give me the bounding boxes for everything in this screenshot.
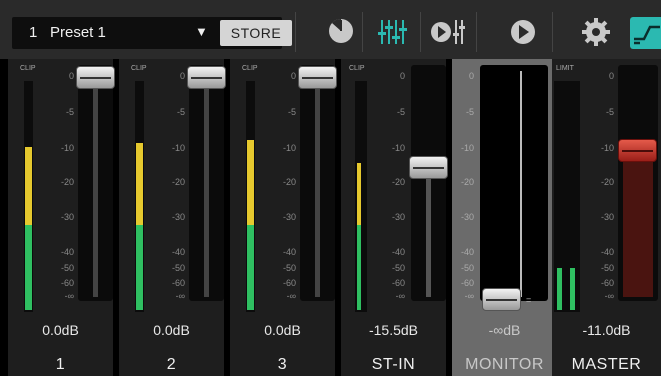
- fader-track[interactable]: [78, 65, 113, 301]
- fader-slot: [93, 71, 98, 297]
- channel-name[interactable]: 3: [230, 356, 335, 374]
- fader-knob[interactable]: [298, 66, 337, 89]
- channel-name[interactable]: ST-IN: [341, 356, 446, 374]
- db-readout: -15.5dB: [368, 322, 419, 338]
- preset-name: Preset 1: [50, 24, 106, 41]
- meter-green-segment: [557, 268, 562, 310]
- meter-green-segment: [570, 268, 575, 310]
- fader-track[interactable]: [189, 65, 224, 301]
- channel-name[interactable]: 2: [119, 356, 224, 374]
- play-icon[interactable]: [503, 17, 543, 49]
- fader-knob[interactable]: [618, 139, 657, 162]
- channel-name[interactable]: MASTER: [552, 356, 661, 374]
- level-meter: [135, 81, 144, 312]
- fader-track[interactable]: [411, 65, 446, 301]
- channel-strip-3: CLIP 0 -5 -10 -20 -30 -40 -50 -60 -∞ 0.0…: [230, 59, 338, 376]
- clip-indicator: CLIP: [131, 65, 147, 72]
- fader-slot: [520, 71, 522, 297]
- fader-slot: [623, 160, 653, 297]
- store-button[interactable]: STORE: [220, 20, 292, 46]
- channel-strip-2: CLIP 0 -5 -10 -20 -30 -40 -50 -60 -∞ 0.0…: [119, 59, 227, 376]
- db-readout: -∞dB: [488, 322, 521, 338]
- meter-yellow-segment: [136, 143, 143, 225]
- toolbar-divider: [420, 12, 421, 52]
- fader-slot: [204, 71, 209, 297]
- db-readout: 0.0dB: [264, 322, 301, 338]
- fader-slot: [315, 71, 320, 297]
- fader-knob[interactable]: [409, 156, 448, 179]
- toolbar-divider: [295, 12, 296, 52]
- toolbar: 1 Preset 1 ▼ STORE: [0, 0, 661, 59]
- channel-strip-master: LIMIT 0 -5 -10 -20 -30 -40 -50 -60 -∞ -1…: [552, 59, 661, 376]
- level-meter: [246, 81, 255, 312]
- clip-indicator: CLIP: [242, 65, 258, 72]
- meter-yellow-segment: [25, 147, 32, 225]
- fader-knob[interactable]: [76, 66, 115, 89]
- routing-icon[interactable]: [630, 17, 661, 49]
- db-readout: -11.0dB: [582, 322, 631, 338]
- channel-name[interactable]: MONITOR: [452, 356, 557, 374]
- preset-selector[interactable]: 1 Preset 1 ▼ STORE: [12, 17, 292, 49]
- clip-indicator: CLIP: [349, 65, 365, 72]
- toolbar-divider: [552, 12, 553, 52]
- preset-number: 1: [29, 24, 38, 41]
- toolbar-divider: [476, 12, 477, 52]
- db-readout: 0.0dB: [153, 322, 190, 338]
- channel-name[interactable]: 1: [8, 356, 113, 374]
- level-meter: [24, 81, 33, 312]
- meter-green-segment: [247, 225, 254, 310]
- fader-track[interactable]: [618, 65, 658, 301]
- fader-track[interactable]: [480, 65, 548, 301]
- channel-strip-monitor: 0 -5 -10 -20 -30 -40 -50 -60 -∞ = -∞dB M…: [452, 59, 560, 376]
- channel-strip-st-in: CLIP 0 -5 -10 -20 -30 -40 -50 -60 -∞ -15…: [341, 59, 449, 376]
- meter-yellow-segment: [357, 163, 361, 225]
- fader-track[interactable]: [300, 65, 335, 301]
- meter-yellow-segment: [247, 140, 254, 225]
- meter-green-segment: [136, 225, 143, 310]
- fader-knob[interactable]: [482, 288, 521, 311]
- mixer-faders-icon[interactable]: [373, 17, 413, 49]
- play-fader-icon[interactable]: [428, 17, 468, 49]
- toolbar-divider: [362, 12, 363, 52]
- clip-indicator: CLIP: [20, 65, 36, 72]
- meter-green-segment: [357, 225, 361, 310]
- fader-knob[interactable]: [187, 66, 226, 89]
- fader-slot: [426, 165, 431, 297]
- db-readout: 0.0dB: [42, 322, 79, 338]
- link-icon: =: [526, 295, 532, 305]
- dropdown-arrow-icon[interactable]: ▼: [195, 24, 208, 39]
- level-meter: [355, 81, 367, 312]
- mixer-area: CLIP 0 -5 -10 -20 -30 -40 -50 -60 -∞ 0.0…: [0, 59, 661, 376]
- channel-strip-1: CLIP 0 -5 -10 -20 -30 -40 -50 -60 -∞ 0.0…: [8, 59, 116, 376]
- level-meter-icon[interactable]: [321, 17, 361, 49]
- meter-green-segment: [25, 225, 32, 310]
- limit-indicator: LIMIT: [556, 65, 574, 72]
- level-meter: [554, 81, 580, 312]
- gear-icon[interactable]: [576, 17, 616, 49]
